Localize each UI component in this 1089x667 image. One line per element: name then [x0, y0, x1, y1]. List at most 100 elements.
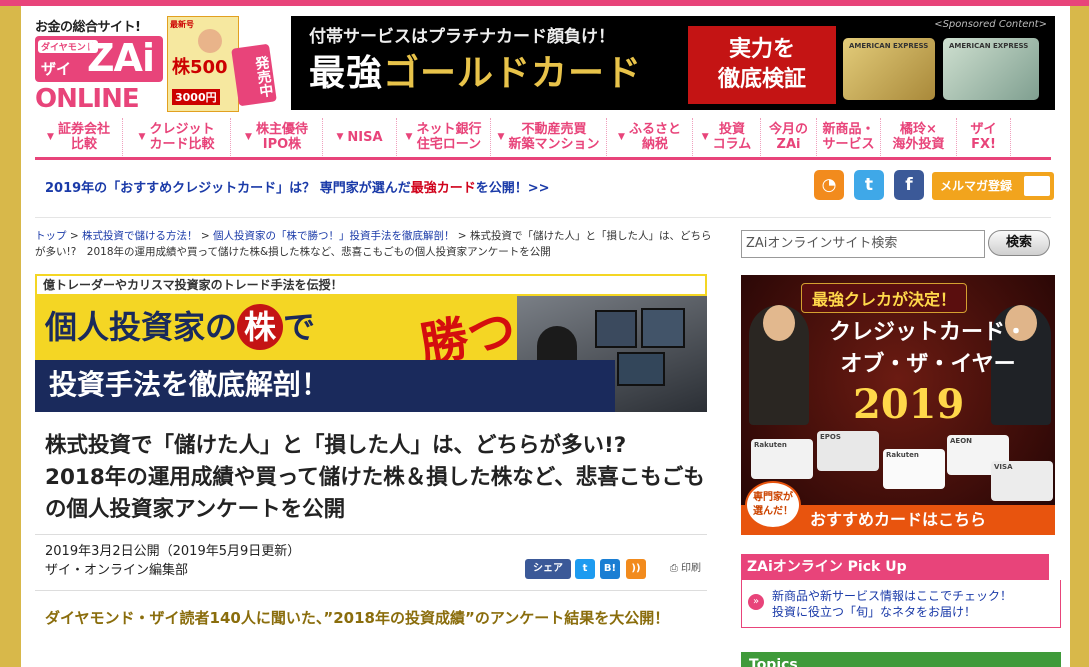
credit-card-image: VISA	[991, 461, 1053, 501]
credit-card-image: EPOS	[817, 431, 879, 471]
rss-icon[interactable]: ◔	[814, 170, 844, 200]
ad-badge: 最強クレカが決定！	[801, 283, 968, 313]
author: ザイ・オンライン編集部	[45, 563, 189, 578]
dropdown-arrow-icon: ▼	[47, 131, 54, 142]
site-search-input[interactable]: ZAiオンラインサイト検索	[741, 230, 985, 258]
hero-topline: 億トレーダーやカリスマ投資家のトレード手法を伝授！	[35, 274, 707, 296]
cover-face-image	[198, 29, 222, 53]
facebook-share-button[interactable]: シェア	[525, 559, 571, 579]
divider	[35, 590, 707, 591]
credit-card-image: Rakuten	[883, 449, 945, 489]
breadcrumb-separator: >	[197, 230, 213, 242]
magazine-price: 3000円	[172, 89, 220, 105]
nav-item-label: 橘玲× 海外投資	[892, 122, 945, 152]
nav-item[interactable]: ▼ ネット銀行 住宅ローン	[397, 118, 491, 156]
ad-red-box: 実力を 徹底検証	[688, 26, 836, 104]
twitter-share-button[interactable]: t	[575, 559, 595, 579]
article-meta: 2019年3月2日公開（2019年5月9日更新） ザイ・オンライン編集部	[45, 542, 300, 580]
nav-item[interactable]: 今月の ZAi	[761, 118, 817, 156]
dropdown-arrow-icon: ▼	[618, 131, 625, 142]
facebook-icon[interactable]: f	[894, 170, 924, 200]
header-ad-banner[interactable]: <Sponsored Content> 付帯サービスはプラチナカード顔負け！ 最…	[291, 16, 1055, 110]
promo-text-highlight: 最強カード	[410, 181, 476, 196]
logo-zai-kana: ザイ	[41, 60, 72, 78]
platinum-card-image: AMERICAN EXPRESS	[943, 38, 1039, 100]
hatena-bookmark-button[interactable]: B!	[600, 559, 620, 579]
twitter-icon[interactable]: t	[854, 170, 884, 200]
print-label: 印刷	[681, 563, 701, 574]
nav-item[interactable]: ▼ 投資 コラム	[693, 118, 761, 156]
nav-item[interactable]: 新商品・ サービス	[817, 118, 881, 156]
credit-card-award-ad[interactable]: 最強クレカが決定！ クレジットカード・ オブ・ザ・イヤー 2019 Rakute…	[741, 275, 1055, 535]
article-title: 株式投資で「儲けた人」と「損した人」は、どちらが多い!? 2018年の運用成績や…	[45, 433, 705, 522]
breadcrumb-separator: >	[66, 230, 82, 242]
ad-year: 2019	[853, 381, 965, 428]
pickup-box[interactable]: » 新商品や新サービス情報はここでチェック！ 投資に役立つ「旬」なネタをお届け！	[741, 580, 1061, 628]
magazine-headline: 株500	[172, 57, 228, 78]
dropdown-arrow-icon: ▼	[497, 131, 505, 142]
nav-item-label: ふるさと 納税	[628, 122, 681, 152]
divider	[35, 217, 1051, 218]
main-nav: ▼ 証券会社 比較 ▼ クレジット カード比較 ▼ 株主優待 IPO株 ▼ NISA ▼ ネット銀…	[35, 118, 1051, 160]
nav-item-label: ザイ FX!	[970, 122, 997, 152]
pickup-line1: 新商品や新サービス情報はここでチェック！	[772, 589, 1013, 603]
nav-item[interactable]: ▼ クレジット カード比較	[123, 118, 231, 156]
site-logo[interactable]: お金の総合サイト! ダイヤモンド ザイ ZAi ONLINE	[35, 16, 163, 114]
card2-brand: AMERICAN EXPRESS	[949, 42, 1029, 50]
logo-online: ONLINE	[35, 84, 140, 114]
dropdown-arrow-icon: ▼	[405, 131, 413, 142]
on-sale-badge: 発売中	[231, 43, 277, 107]
pickup-heading: ZAiオンライン Pick Up	[741, 554, 1057, 580]
envelope-icon	[1024, 176, 1050, 196]
magazine-cover[interactable]: 最新号 株500 3000円	[167, 16, 239, 112]
logo-zai: ZAi	[87, 36, 155, 80]
pickup-link[interactable]: 新商品や新サービス情報はここでチェック！ 投資に役立つ「旬」なネタをお届け！	[772, 588, 1012, 620]
nav-item-label: 新商品・ サービス	[822, 122, 875, 152]
print-button[interactable]: ⎙ 印刷	[651, 559, 701, 579]
expert-photo	[749, 305, 809, 425]
newsletter-button[interactable]: メルマガ登録	[932, 172, 1054, 200]
dropdown-arrow-icon: ▼	[138, 131, 146, 142]
ad-title: クレジットカード・ オブ・ザ・イヤー	[829, 320, 1028, 377]
pickup-heading-text: ZAiオンライン Pick Up	[747, 559, 907, 575]
breadcrumb-link[interactable]: 株式投資で儲ける方法！	[82, 230, 198, 242]
nav-item[interactable]: ▼ 不動産売買 新築マンション	[491, 118, 607, 156]
rss-share-icon[interactable]: ))	[626, 559, 646, 579]
divider	[35, 534, 707, 535]
series-hero-banner[interactable]: 億トレーダーやカリスマ投資家のトレード手法を伝授！ 個人投資家の株で 勝つ 投資…	[35, 274, 707, 412]
nav-item[interactable]: ▼ 株主優待 IPO株	[231, 118, 323, 156]
nav-item-label: ネット銀行 住宅ローン	[416, 122, 482, 152]
nav-item[interactable]: ザイ FX!	[957, 118, 1011, 156]
credit-card-image: Rakuten	[751, 439, 813, 479]
search-button[interactable]: 検索	[988, 230, 1050, 256]
monitor-image	[595, 310, 637, 348]
hero-headline-b: で	[283, 308, 316, 346]
breadcrumb-link[interactable]: トップ	[35, 230, 67, 242]
nav-item-label: 投資 コラム	[712, 122, 752, 152]
ad-line2: 最強ゴールドカード	[309, 44, 642, 96]
dropdown-arrow-icon: ▼	[245, 131, 252, 142]
promo-text-1: 2019年の「おすすめクレジットカード」は？ 専門家が選んだ	[45, 181, 411, 196]
promo-text-2: を公開！>>	[475, 181, 550, 196]
dropdown-arrow-icon: ▼	[336, 131, 344, 142]
nav-item[interactable]: ▼ 証券会社 比較	[35, 118, 123, 156]
breadcrumb-link[interactable]: 個人投資家の「株で勝つ！」投資手法を徹底解剖！	[213, 230, 455, 242]
magazine-label: 最新号	[170, 20, 194, 29]
article-lead: ダイヤモンド・ザイ読者140人に聞いた、”2018年の投資成績”のアンケート結果…	[45, 609, 670, 627]
nav-item[interactable]: ▼ ふるさと 納税	[607, 118, 693, 156]
card1-brand: AMERICAN EXPRESS	[849, 42, 929, 50]
nav-item[interactable]: 橘玲× 海外投資	[881, 118, 957, 156]
hero-headline-a: 個人投資家の	[45, 308, 238, 346]
nav-item-label: 今月の ZAi	[768, 122, 808, 152]
hero-kabu-circle: 株	[237, 304, 284, 350]
pickup-line2: 投資に役立つ「旬」なネタをお届け！	[772, 605, 977, 619]
nav-item-label: 不動産売買 新築マンション	[508, 122, 600, 152]
page-container: お金の総合サイト! ダイヤモンド ザイ ZAi ONLINE 最新号 株500 …	[21, 6, 1070, 667]
nav-item-label: NISA	[347, 129, 383, 145]
nav-item-label: クレジット カード比較	[149, 122, 215, 152]
nav-item-label: 証券会社 比較	[57, 122, 110, 152]
ad-line2-main: ゴールドカード	[383, 52, 643, 94]
promo-link[interactable]: 2019年の「おすすめクレジットカード」は？ 専門家が選んだ最強カードを公開！>…	[45, 177, 550, 196]
logo-zai-block: ダイヤモンド ザイ ZAi	[35, 36, 163, 82]
nav-item[interactable]: ▼ NISA	[323, 118, 397, 156]
